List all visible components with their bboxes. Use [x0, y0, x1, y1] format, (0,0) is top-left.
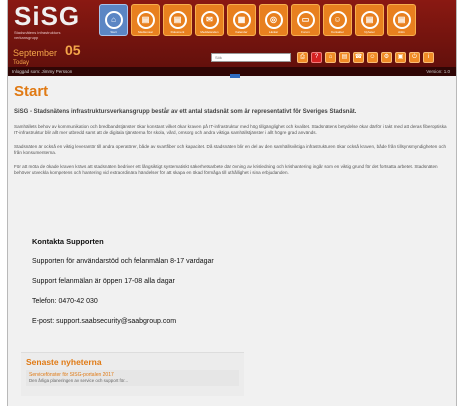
news-item-text: Den årliga planeringen av service och su…: [29, 378, 129, 383]
contact-icon-glyph: ☺: [333, 15, 342, 24]
nav-item-label: Meddelanden: [200, 30, 219, 34]
nav-item-nyheter[interactable]: ▤ Nyheter: [355, 4, 384, 36]
document-icon: ▤: [136, 11, 155, 29]
home-icon: ⌂: [104, 11, 123, 29]
home-icon-glyph: ⌂: [111, 15, 116, 24]
nav-item-label: Nyheter: [364, 30, 375, 34]
nav-item-label: Start: [110, 30, 117, 34]
mail-icon: ✉: [200, 11, 219, 29]
app-frame: SiSG Stadsnätens infrastrukturs verkansg…: [7, 0, 457, 406]
nav-item-label: Länkar: [268, 30, 279, 34]
nav-item-arkiv[interactable]: ▤ Arkiv: [387, 4, 416, 36]
support-contact: Kontakta Supporten Supporten för använda…: [32, 237, 442, 326]
globe-icon: ◎: [264, 11, 283, 29]
info-icon[interactable]: i: [423, 52, 434, 63]
nav-item-kalender[interactable]: ▦ Kalender: [227, 4, 256, 36]
document-icon[interactable]: ▤: [339, 52, 350, 63]
paragraph: Stadsnäten är också en viktig leverantör…: [14, 144, 447, 155]
news-icon: ▤: [360, 11, 379, 29]
date-day: 05: [65, 42, 81, 58]
support-phone: Telefon: 0470-42 030: [32, 298, 98, 305]
users-icon[interactable]: ☺: [367, 52, 378, 63]
archive-icon: ▤: [392, 11, 411, 29]
help-icon[interactable]: ?: [311, 52, 322, 63]
nav-item-länkar[interactable]: ◎ Länkar: [259, 4, 288, 36]
logo-subtitle: Stadsnätens infrastrukturs verkansgrupp: [14, 30, 61, 40]
nav-item-label: Forum: [301, 30, 310, 34]
news-heading: Senaste nyheterna: [26, 357, 102, 367]
calendar-icon: ▦: [232, 11, 251, 29]
document-icon-glyph: ▤: [173, 15, 182, 24]
main-navigation: ⌂ Start ▤ Medlemsar ▤ Dokument ✉ Meddelanden ▦ Ka…: [99, 4, 416, 40]
settings-icon[interactable]: ⚙: [381, 52, 392, 63]
chat-icon: ▭: [296, 11, 315, 29]
today-label: Today: [13, 60, 30, 66]
logout-icon[interactable]: ⏻: [409, 52, 420, 63]
latest-news: Senaste nyheterna Servicefönster för SIS…: [21, 352, 244, 396]
calendar-icon-glyph: ▦: [237, 15, 246, 24]
support-after-hours: Support felanmälan är öppen 17-08 alla d…: [32, 278, 175, 285]
nav-item-label: Medlemsar: [138, 30, 153, 34]
nav-item-meddelanden[interactable]: ✉ Meddelanden: [195, 4, 224, 36]
phone-icon[interactable]: ☎: [353, 52, 364, 63]
archive-icon-glyph: ▤: [397, 15, 406, 24]
paragraph: För att möta de ökade kraven krävs att s…: [14, 164, 438, 175]
news-item[interactable]: Servicefönster för SISG-portalen 2017 De…: [26, 370, 239, 386]
support-hours: Supporten för användarstöd och felanmäla…: [32, 258, 214, 265]
support-heading: Kontakta Supporten: [32, 237, 104, 246]
home-icon[interactable]: ⌂: [325, 52, 336, 63]
nav-item-dokument[interactable]: ▤ Dokument: [163, 4, 192, 36]
paragraph: Samhällets behov av kommunikation och br…: [14, 124, 447, 135]
mail-icon-glyph: ✉: [206, 15, 213, 24]
search-input[interactable]: Sök: [211, 53, 291, 62]
nav-item-medlemsar[interactable]: ▤ Medlemsar: [131, 4, 160, 36]
nav-item-label: Kontakter: [331, 30, 344, 34]
lead-text: SiSG - Stadsnätens infrastrukturs­verkan…: [14, 109, 357, 115]
logged-in-user: Inloggad som: Jimmy Persson: [12, 69, 73, 74]
page-title: Start: [14, 83, 49, 100]
chat-icon-glyph: ▭: [301, 15, 310, 24]
nav-item-label: Kalender: [235, 30, 248, 34]
main-content: Start SiSG - Stadsnätens infrastrukturs­…: [8, 78, 456, 176]
nav-item-kontakter[interactable]: ☺ Kontakter: [323, 4, 352, 36]
sisg-logo[interactable]: SiSG Stadsnätens infrastrukturs verkansg…: [14, 1, 92, 40]
nav-item-forum[interactable]: ▭ Forum: [291, 4, 320, 36]
toolbar-icons: ⎙? ⌂ ▤ ☎ ☺ ⚙ ▣ ⏻ i: [297, 52, 434, 63]
news-icon-glyph: ▤: [365, 15, 374, 24]
nav-item-start[interactable]: ⌂ Start: [99, 4, 128, 36]
version-label: Version: 1.0: [426, 69, 450, 74]
print-icon[interactable]: ⎙: [297, 52, 308, 63]
globe-icon-glyph: ◎: [270, 15, 277, 24]
support-email[interactable]: E-post: support.saabsecurity@saabgroup.c…: [32, 317, 442, 326]
document-icon-glyph: ▤: [141, 15, 150, 24]
nav-item-label: Dokument: [170, 30, 185, 34]
date-month: September: [13, 48, 58, 58]
contact-icon: ☺: [328, 11, 347, 29]
lock-icon[interactable]: ▣: [395, 52, 406, 63]
document-icon: ▤: [168, 11, 187, 29]
header: SiSG Stadsnätens infrastrukturs verkansg…: [8, 0, 456, 78]
nav-item-label: Arkiv: [398, 30, 405, 34]
logo-text: SiSG: [14, 1, 81, 31]
